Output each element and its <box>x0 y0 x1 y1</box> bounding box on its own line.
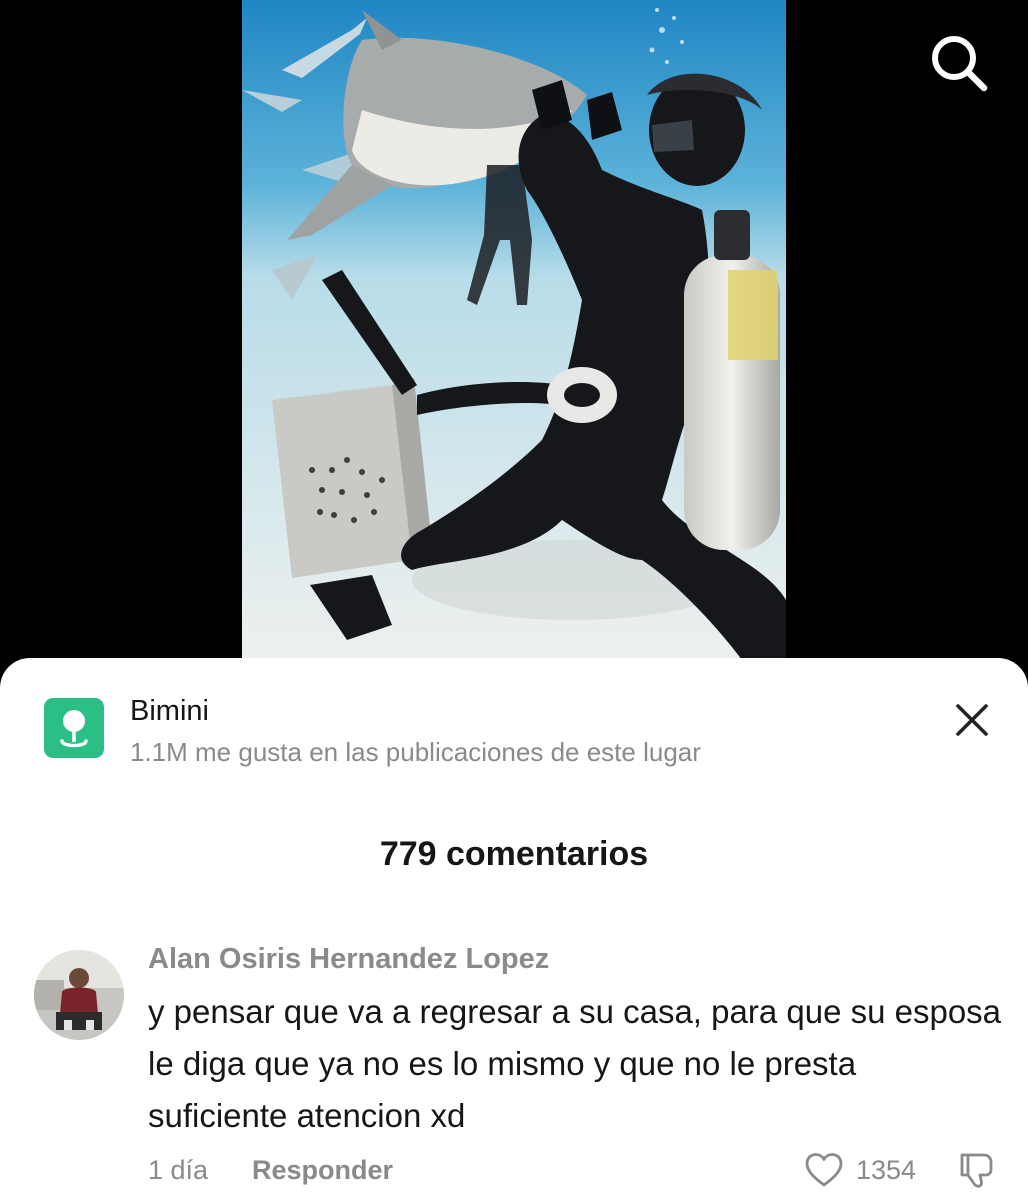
comment-timestamp: 1 día <box>148 1155 209 1185</box>
video-area[interactable] <box>0 0 1028 660</box>
place-name[interactable]: Bimini <box>130 694 209 728</box>
close-icon <box>956 704 988 736</box>
place-header[interactable]: Bimini 1.1M me gusta en las publicacione… <box>44 694 1028 774</box>
comment-meta: 1 día Responder 1354 <box>148 1150 1004 1190</box>
heart-icon <box>805 1153 843 1187</box>
search-button[interactable] <box>926 30 992 96</box>
comment-text: y pensar que va a regresar a su casa, pa… <box>148 993 1002 1134</box>
search-icon <box>932 36 988 92</box>
comments-sheet: Bimini 1.1M me gusta en las publicacione… <box>0 658 1028 1200</box>
comment-item: Alan Osiris Hernandez Lopez y pensar que… <box>34 940 1004 1200</box>
comment-author[interactable]: Alan Osiris Hernandez Lopez <box>148 942 549 976</box>
video-thumbnail <box>242 0 786 660</box>
like-count: 1354 <box>856 1155 917 1185</box>
location-pin-icon <box>44 698 104 758</box>
comment-count-title: 779 comentarios <box>379 835 649 873</box>
avatar[interactable] <box>34 950 124 1040</box>
place-likes-subtitle: 1.1M me gusta en las publicaciones de es… <box>130 737 701 767</box>
video-frame[interactable] <box>242 0 786 660</box>
close-button[interactable] <box>950 698 994 742</box>
dislike-button[interactable] <box>956 1150 996 1190</box>
reply-button[interactable]: Responder <box>252 1154 393 1186</box>
like-button[interactable] <box>804 1152 844 1188</box>
thumbs-down-icon <box>960 1153 993 1188</box>
